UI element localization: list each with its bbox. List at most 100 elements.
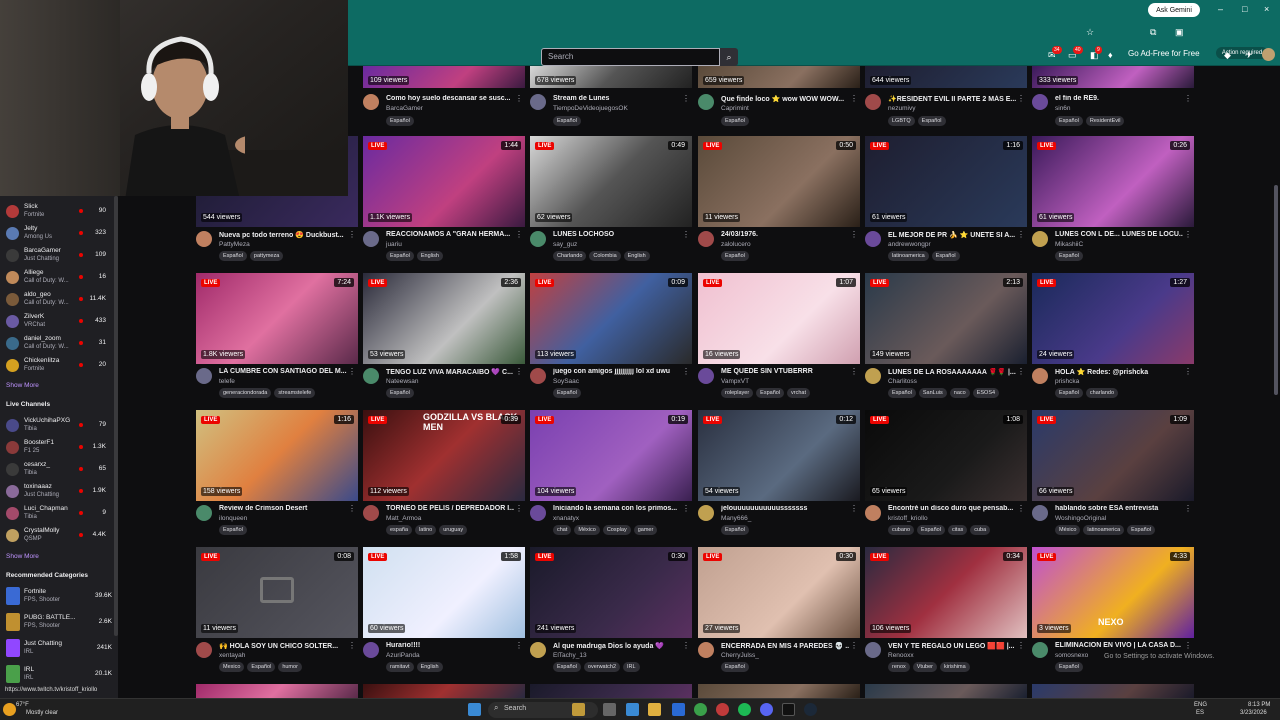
channel-avatar[interactable] — [530, 368, 546, 384]
channel-avatar[interactable] — [530, 642, 546, 658]
channel-avatar[interactable] — [1032, 231, 1048, 247]
channel-avatar[interactable] — [363, 231, 379, 247]
stream-thumbnail[interactable]: LIVE 0:26 61 viewers — [1032, 136, 1194, 227]
stream-tag[interactable]: naco — [949, 388, 970, 398]
stream-tag[interactable]: LGBTQ — [888, 116, 915, 126]
sidebar-followed-channel[interactable]: ZilverK VRChat 433 — [0, 310, 110, 332]
stream-tag[interactable]: Español — [917, 525, 945, 535]
stream-tag[interactable]: Español — [721, 251, 749, 261]
channel-avatar[interactable] — [196, 642, 212, 658]
stream-thumbnail[interactable]: 333 viewers — [1032, 66, 1194, 88]
channel-name[interactable]: ElTachy_13 — [553, 652, 587, 659]
stream-tag[interactable]: kirishima — [939, 662, 970, 672]
stream-tag[interactable]: generaciondorada — [219, 388, 272, 398]
stream-card[interactable]: LIVE 2:36 53 viewers TENGO LUZ VIVA MARA… — [363, 273, 525, 403]
more-options-icon[interactable]: ⋮ — [850, 367, 858, 376]
stream-thumbnail[interactable]: 659 viewers — [698, 66, 860, 88]
sidebar-live-channel[interactable]: VickUchihaPXG Tibia 79 — [0, 414, 110, 436]
more-options-icon[interactable]: ⋮ — [682, 94, 690, 103]
more-options-icon[interactable]: ⋮ — [850, 504, 858, 513]
stream-tag[interactable]: Español — [386, 116, 414, 126]
stream-title[interactable]: jelouuuuuuuuuuusssssss — [721, 505, 849, 512]
stream-thumbnail[interactable]: LIVE 2:36 53 viewers — [363, 273, 525, 364]
channel-avatar[interactable] — [865, 505, 881, 521]
steam-icon[interactable] — [804, 703, 817, 716]
stream-card[interactable]: LIVE 0:50 11 viewers 24/03/1976. zaloluc… — [698, 136, 860, 266]
stream-thumbnail[interactable]: LIVE 1:08 65 viewers — [865, 410, 1027, 501]
channel-avatar[interactable] — [1032, 94, 1048, 110]
stream-tag[interactable]: English — [416, 251, 443, 261]
stream-tag[interactable]: charlando — [1085, 388, 1119, 398]
stream-title[interactable]: Como hoy suelo descansar se susc... — [386, 95, 514, 102]
channel-name[interactable]: PattyMeza — [219, 241, 250, 248]
stream-thumbnail[interactable]: LIVE 1:07 16 viewers — [698, 273, 860, 364]
maximize-button[interactable]: □ — [1242, 4, 1247, 14]
stream-title[interactable]: TENGO LUZ VIVA MARACAIBO 💜 C... — [386, 368, 514, 376]
stream-tag[interactable]: Español — [721, 662, 749, 672]
channel-name[interactable]: SoySaac — [553, 378, 579, 385]
channel-avatar[interactable] — [698, 231, 714, 247]
stream-card[interactable]: LIVE 0:30 241 viewers Al que madruga Dio… — [530, 547, 692, 677]
channel-avatar[interactable] — [865, 368, 881, 384]
stream-tag[interactable]: Español — [219, 251, 247, 261]
stream-card[interactable]: LIVE 1:16 61 viewers EL MEJOR DE PR 🍌 ⭐ … — [865, 136, 1027, 266]
channel-name[interactable]: AzuriPanda — [386, 652, 420, 659]
channel-avatar[interactable] — [698, 642, 714, 658]
more-options-icon[interactable]: ⋮ — [682, 230, 690, 239]
stream-title[interactable]: Que finde loco ⭐ wow WOW WOW... — [721, 95, 849, 103]
channel-name[interactable]: CherryJulss_ — [721, 652, 759, 659]
star-icon[interactable]: ☆ — [1086, 27, 1094, 38]
twitch-turbo-icon[interactable]: ✈ — [1245, 50, 1253, 61]
more-options-icon[interactable]: ⋮ — [515, 94, 523, 103]
minimize-button[interactable]: – — [1218, 4, 1223, 14]
stream-thumbnail[interactable]: NEXO LIVE 4:33 3 viewers — [1032, 547, 1194, 638]
stream-card[interactable]: LIVE 1:44 1.1K viewers REACCIONAMOS A "G… — [363, 136, 525, 266]
user-avatar[interactable] — [1262, 48, 1275, 61]
stream-thumbnail[interactable]: 109 viewers — [363, 66, 525, 88]
channel-name[interactable]: xentayah — [219, 652, 245, 659]
stream-title[interactable]: Al que madruga Dios lo ayuda 💜 — [553, 642, 681, 650]
more-options-icon[interactable]: ⋮ — [1017, 230, 1025, 239]
more-options-icon[interactable]: ⋮ — [1017, 94, 1025, 103]
stream-thumbnail[interactable] — [1032, 684, 1194, 698]
search-icon[interactable]: ⌕ — [720, 48, 738, 66]
language-es[interactable]: ES — [1196, 710, 1204, 716]
sidebar-live-channel[interactable]: BoosterF1 F1 25 1.3K — [0, 436, 110, 458]
sidebar-followed-channel[interactable]: Jelty Among Us 323 — [0, 222, 110, 244]
channel-name[interactable]: VampxVT — [721, 378, 749, 385]
more-options-icon[interactable]: ⋮ — [682, 367, 690, 376]
stream-title[interactable]: EL MEJOR DE PR 🍌 ⭐ UNETE SI A... — [888, 231, 1016, 239]
stream-thumbnail[interactable]: LIVE 0:19 104 viewers — [530, 410, 692, 501]
sidebar-live-channel[interactable]: CrystalMolly QSMP 4.4K — [0, 524, 110, 546]
channel-name[interactable]: prishcka — [1055, 378, 1079, 385]
channel-name[interactable]: juariu — [386, 241, 402, 248]
stream-card[interactable]: LIVE 1:58 60 viewers Hurario!!!! AzuriPa… — [363, 547, 525, 677]
stream-tag[interactable]: cuba — [970, 525, 991, 535]
stream-card[interactable]: GODZILLA VS BLACK MEN LIVE 0:39 112 view… — [363, 410, 525, 540]
sidebar-live-channel[interactable]: toxinaaaz Just Chatting 1.9K — [0, 480, 110, 502]
stream-tag[interactable]: latino — [415, 525, 437, 535]
stream-title[interactable]: Nueva pc todo terreno 😍 Duckbust... — [219, 231, 347, 239]
stream-thumbnail[interactable]: LIVE 1:44 1.1K viewers — [363, 136, 525, 227]
discord-icon[interactable] — [760, 703, 773, 716]
stream-title[interactable]: LUNES CON L DE... LUNES DE LOCU... — [1055, 231, 1183, 238]
stream-thumbnail[interactable]: 644 viewers — [865, 66, 1027, 88]
file-explorer-icon[interactable] — [648, 703, 661, 716]
stream-tag[interactable]: Español — [247, 662, 276, 672]
channel-name[interactable]: MikashiiC — [1055, 241, 1083, 248]
close-button[interactable]: × — [1264, 4, 1269, 14]
channel-name[interactable]: WoshingoOriginal — [1055, 515, 1106, 522]
more-options-icon[interactable]: ⋮ — [1184, 367, 1192, 376]
channel-name[interactable]: Charlitoss — [888, 378, 917, 385]
sidebar-followed-channel[interactable]: ChickenIitza Fortnite 20 — [0, 354, 110, 376]
clock-date[interactable]: 3/23/2026 — [1240, 710, 1267, 716]
stream-title[interactable]: 24/03/1976. — [721, 231, 849, 238]
more-options-icon[interactable]: ⋮ — [1184, 230, 1192, 239]
more-options-icon[interactable]: ⋮ — [1184, 641, 1192, 650]
channel-name[interactable]: xnanatyx — [553, 515, 579, 522]
stream-tag[interactable]: Español — [1055, 251, 1083, 261]
app-icon[interactable] — [716, 703, 729, 716]
more-options-icon[interactable]: ⋮ — [515, 230, 523, 239]
stream-thumbnail[interactable]: LIVE 1:58 60 viewers — [363, 547, 525, 638]
prime-icon[interactable]: ♦ — [1108, 50, 1113, 60]
